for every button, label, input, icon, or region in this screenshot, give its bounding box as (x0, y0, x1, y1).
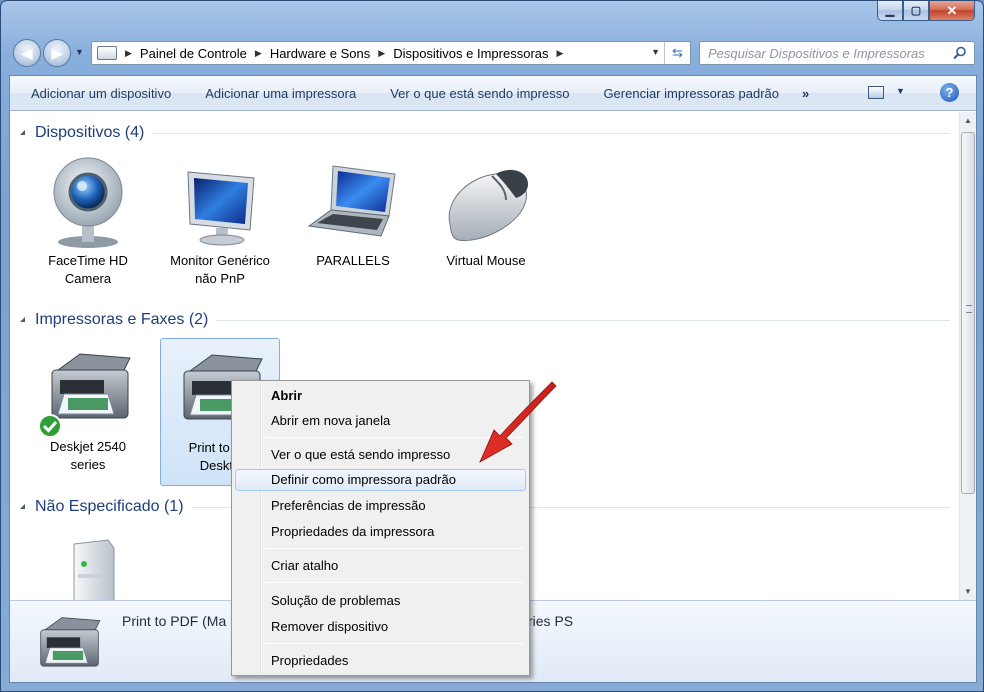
address-bar[interactable]: ▶ Painel de Controle ▶ Hardware e Sons ▶… (91, 41, 691, 65)
chevron-right-icon[interactable]: ▶ (255, 48, 262, 59)
help-button[interactable]: ? (940, 83, 959, 102)
device-label-line2: não PnP (195, 271, 245, 286)
details-device-name: Print to PDF (Ma (122, 613, 227, 629)
details-device-name-tail: ries PS (528, 613, 574, 629)
search-input[interactable]: Pesquisar Dispositivos e Impressoras (708, 46, 925, 61)
monitor-icon (187, 171, 255, 246)
add-printer-button[interactable]: Adicionar uma impressora (188, 86, 373, 101)
address-dropdown[interactable]: ▼ (651, 47, 660, 57)
menu-item-remove-device[interactable]: Remover dispositivo (235, 616, 526, 638)
command-bar: Adicionar um dispositivo Adicionar uma i… (10, 76, 976, 111)
printer-icon (40, 617, 101, 667)
recent-pages-dropdown[interactable]: ▼ (75, 47, 84, 57)
back-button[interactable]: ◀ (13, 39, 41, 67)
menu-item-troubleshoot[interactable]: Solução de problemas (235, 590, 526, 612)
red-arrow-annotation-icon (479, 381, 557, 463)
mouse-icon (448, 169, 528, 242)
search-box[interactable]: Pesquisar Dispositivos e Impressoras (699, 41, 975, 65)
menu-item-printer-properties[interactable]: Propriedades da impressora (235, 521, 526, 543)
device-item-monitor[interactable]: Monitor Genérico não PnP (160, 154, 280, 288)
group-title: Não Especificado (1) (35, 498, 184, 515)
device-label: Virtual Mouse (446, 253, 526, 268)
back-arrow-icon: ◀ (21, 44, 33, 61)
computer-tower-icon (73, 539, 115, 600)
add-device-button[interactable]: Adicionar um dispositivo (10, 86, 188, 101)
scroll-up-button[interactable]: ▲ (960, 112, 976, 129)
control-panel-icon (97, 46, 117, 60)
close-button[interactable]: ✕ (929, 1, 975, 21)
vertical-scrollbar[interactable]: ▲ ▼ (959, 112, 976, 600)
device-item-unspecified[interactable] (28, 538, 148, 600)
laptop-icon (307, 165, 396, 237)
search-icon[interactable] (953, 46, 967, 60)
menu-separator (265, 643, 524, 644)
device-label-line2: series (70, 457, 106, 472)
grip-icon (966, 305, 972, 313)
device-item-laptop[interactable]: PARALLELS (293, 154, 413, 270)
menu-separator (265, 582, 524, 583)
collapse-arrow-icon[interactable] (20, 129, 25, 135)
forward-button[interactable]: ▶ (43, 39, 71, 67)
see-printing-button[interactable]: Ver o que está sendo impresso (373, 86, 586, 101)
breadcrumb-devices-printers[interactable]: Dispositivos e Impressoras (393, 46, 548, 61)
group-title: Dispositivos (4) (35, 124, 145, 141)
chevron-right-icon[interactable]: ▶ (125, 48, 132, 59)
device-item-webcam[interactable]: FaceTime HD Camera (28, 154, 148, 288)
scroll-down-button[interactable]: ▼ (960, 583, 976, 600)
minimize-button[interactable]: ▁ (877, 1, 903, 21)
device-label-line2: Camera (64, 271, 112, 286)
group-divider (216, 319, 950, 321)
view-options-icon[interactable] (868, 86, 884, 99)
device-item-virtual-mouse[interactable]: Virtual Mouse (426, 154, 546, 270)
menu-item-printing-preferences[interactable]: Preferências de impressão (235, 495, 526, 517)
group-divider (152, 132, 950, 134)
scroll-thumb[interactable] (961, 132, 975, 494)
chevron-right-icon[interactable]: ▶ (378, 48, 385, 59)
refresh-button[interactable]: ⇆ (664, 42, 690, 64)
collapse-arrow-icon[interactable] (20, 503, 25, 509)
group-header-devices[interactable]: Dispositivos (4) (20, 124, 950, 142)
chevron-right-icon[interactable]: ▶ (557, 48, 564, 59)
breadcrumb-control-panel[interactable]: Painel de Controle (140, 46, 247, 61)
more-commands-button[interactable]: » (802, 86, 809, 101)
device-label: Monitor Genérico (170, 253, 270, 268)
caption-buttons: ▁ ▢ ✕ (877, 1, 975, 23)
webcam-icon (53, 157, 123, 248)
breadcrumb: Painel de Controle ▶ Hardware e Sons ▶ D… (140, 46, 572, 61)
forward-arrow-icon: ▶ (51, 44, 63, 61)
menu-separator (265, 548, 524, 549)
help-icon: ? (945, 85, 954, 100)
device-item-deskjet[interactable]: Deskjet 2540 series (28, 340, 148, 474)
device-label: FaceTime HD (48, 253, 128, 268)
menu-item-properties[interactable]: Propriedades (235, 650, 526, 672)
view-dropdown[interactable]: ▼ (896, 86, 905, 96)
manage-default-printers-button[interactable]: Gerenciar impressoras padrão (586, 86, 796, 101)
menu-item-create-shortcut[interactable]: Criar atalho (235, 555, 526, 577)
device-label: PARALLELS (316, 253, 390, 268)
device-label: Deskjet 2540 (50, 439, 126, 454)
breadcrumb-hardware-sound[interactable]: Hardware e Sons (270, 46, 370, 61)
navigation-bar: ◀ ▶ ▼ ▶ Painel de Controle ▶ Hardware e … (11, 37, 975, 69)
group-header-printers[interactable]: Impressoras e Faxes (2) (20, 311, 950, 329)
maximize-button[interactable]: ▢ (903, 1, 929, 21)
group-title: Impressoras e Faxes (2) (35, 311, 209, 328)
checkmark-default-icon (38, 414, 62, 438)
refresh-icon: ⇆ (672, 45, 683, 60)
collapse-arrow-icon[interactable] (20, 316, 25, 322)
